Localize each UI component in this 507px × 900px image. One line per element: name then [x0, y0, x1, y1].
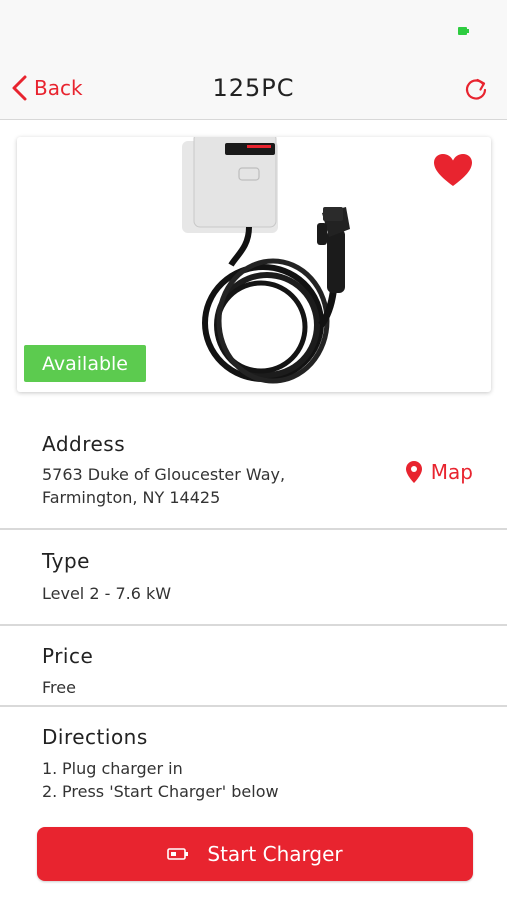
map-pin-icon — [405, 461, 422, 483]
divider — [0, 624, 507, 626]
battery-tip — [467, 29, 469, 33]
step-number: 2. — [42, 782, 58, 801]
map-link[interactable]: Map — [405, 460, 473, 484]
address-line1: 5763 Duke of Gloucester Way, — [42, 465, 286, 484]
refresh-icon[interactable] — [463, 76, 489, 102]
price-title: Price — [42, 644, 94, 668]
page-title: 125PC — [212, 74, 295, 102]
directions-list: 1. Plug charger in 2. Press 'Start Charg… — [42, 757, 279, 803]
directions-title: Directions — [42, 725, 148, 749]
step-text: Plug charger in — [62, 759, 183, 778]
address-line2: Farmington, NY 14425 — [42, 488, 221, 507]
step-number: 1. — [42, 759, 58, 778]
price-value: Free — [42, 678, 76, 697]
type-value: Level 2 - 7.6 kW — [42, 584, 172, 603]
divider — [0, 705, 507, 707]
address-title: Address — [42, 432, 126, 456]
list-item: 2. Press 'Start Charger' below — [42, 780, 279, 803]
list-item: 1. Plug charger in — [42, 757, 279, 780]
status-badge: Available — [24, 345, 146, 382]
map-label: Map — [430, 460, 473, 484]
start-charger-label: Start Charger — [207, 842, 343, 866]
type-title: Type — [42, 549, 90, 573]
step-text: Press 'Start Charger' below — [62, 782, 279, 801]
battery-icon — [458, 27, 467, 35]
heart-icon[interactable] — [433, 153, 473, 187]
start-charger-button[interactable]: Start Charger — [37, 827, 473, 881]
divider — [0, 528, 507, 530]
nav-bar: Back 125PC — [0, 56, 507, 120]
status-bar — [0, 0, 507, 56]
battery-icon — [167, 848, 189, 860]
charger-image-card: Available — [17, 137, 491, 392]
